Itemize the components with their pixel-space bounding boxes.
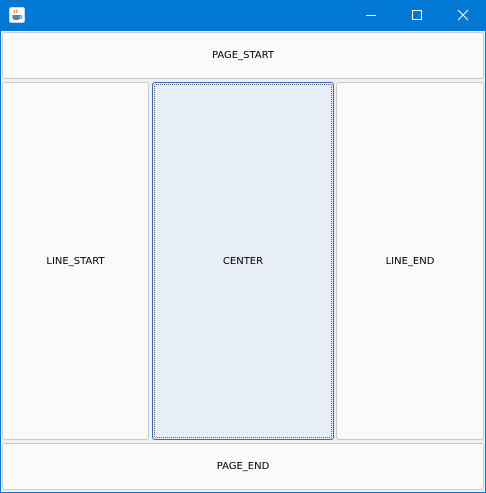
minimize-button[interactable] (348, 0, 394, 31)
page-start-label: PAGE_START (212, 50, 274, 61)
close-icon (457, 6, 469, 25)
line-end-button[interactable]: LINE_END (336, 82, 484, 440)
page-end-label: PAGE_END (216, 461, 270, 472)
page-end-button[interactable]: PAGE_END (2, 443, 484, 490)
border-layout-panel: PAGE_START LINE_START CENTER LINE_END PA… (1, 31, 485, 492)
minimize-icon (365, 6, 377, 25)
application-window: PAGE_START LINE_START CENTER LINE_END PA… (0, 0, 486, 493)
line-end-label: LINE_END (385, 255, 435, 267)
maximize-button[interactable] (394, 0, 440, 31)
line-start-button[interactable]: LINE_START (2, 82, 149, 440)
title-bar[interactable] (0, 0, 486, 31)
close-button[interactable] (440, 0, 486, 31)
line-start-label: LINE_START (46, 255, 105, 267)
java-coffee-cup-icon[interactable] (9, 7, 25, 23)
center-button[interactable]: CENTER (152, 82, 334, 440)
page-start-button[interactable]: PAGE_START (2, 32, 484, 79)
center-label: CENTER (222, 255, 264, 267)
maximize-icon (411, 6, 423, 25)
